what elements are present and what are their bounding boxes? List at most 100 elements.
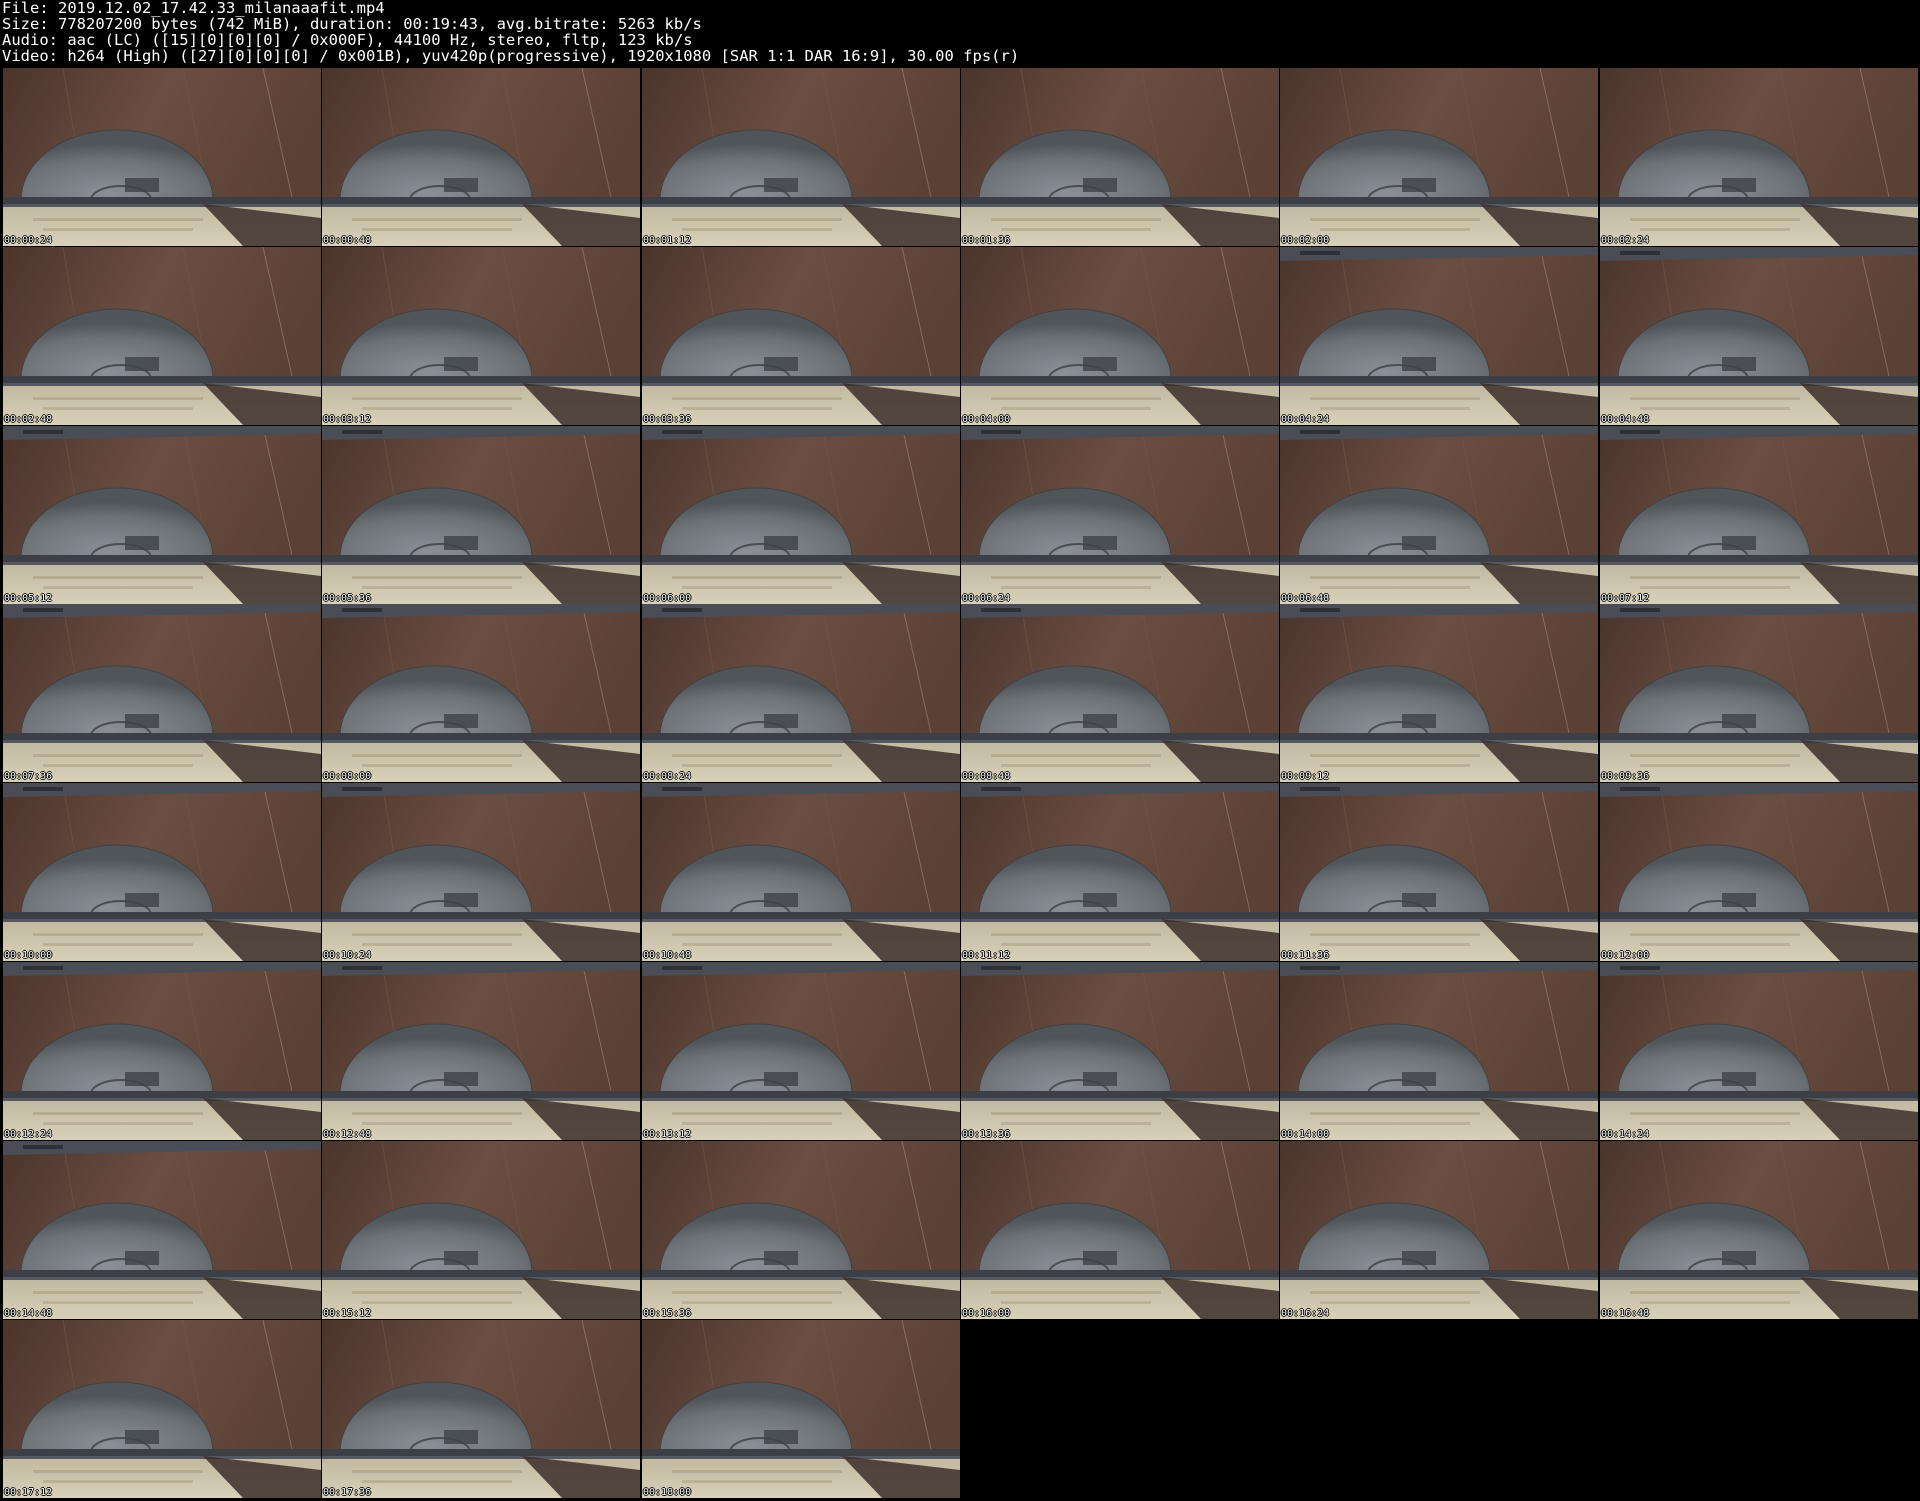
thumbnail-timestamp: 00:12:48: [323, 1129, 372, 1140]
thumbnail-timestamp: 00:00:48: [323, 235, 372, 246]
thumbnail-timestamp: 00:01:12: [643, 235, 692, 246]
thumbnail-timestamp: 00:05:36: [323, 593, 372, 604]
thumbnail-frame-image: [322, 1141, 640, 1319]
thumbnail-frame-image: [3, 426, 321, 604]
video-thumbnail: 00:12:48: [322, 962, 640, 1140]
video-info-line: Video: h264 (High) ([27][0][0][0] / 0x00…: [2, 47, 1020, 65]
thumbnail-frame-image: [642, 68, 960, 246]
thumbnail-timestamp: 00:11:36: [1281, 950, 1330, 961]
thumbnail-frame-image: [642, 604, 960, 782]
thumbnail-timestamp: 00:04:48: [1601, 414, 1650, 425]
thumbnail-frame-image: [1600, 426, 1918, 604]
video-thumbnail: 00:01:36: [961, 68, 1279, 246]
thumbnail-frame-image: [322, 68, 640, 246]
thumbnail-frame-image: [1600, 783, 1918, 961]
thumbnail-timestamp: 00:07:36: [4, 771, 53, 782]
video-thumbnail: 00:04:48: [1600, 247, 1918, 425]
thumbnail-timestamp: 00:02:48: [4, 414, 53, 425]
video-thumbnail: 00:17:12: [3, 1320, 321, 1498]
video-thumbnail: 00:13:36: [961, 962, 1279, 1140]
thumbnail-timestamp: 00:09:12: [1281, 771, 1330, 782]
video-thumbnail: 00:13:12: [642, 962, 960, 1140]
thumbnail-frame-image: [961, 247, 1279, 425]
video-thumbnail: 00:14:24: [1600, 962, 1918, 1140]
thumbnail-timestamp: 00:06:48: [1281, 593, 1330, 604]
video-thumbnail: 00:00:48: [322, 68, 640, 246]
video-thumbnail: 00:18:00: [642, 1320, 960, 1498]
file-info-line: File: 2019.12.02_17.42.33_milanaaafit.mp…: [2, 0, 385, 17]
thumbnail-timestamp: 00:14:00: [1281, 1129, 1330, 1140]
thumbnail-frame-image: [1280, 426, 1598, 604]
video-thumbnail: 00:11:12: [961, 783, 1279, 961]
thumbnail-frame-image: [322, 962, 640, 1140]
video-thumbnail: 00:12:00: [1600, 783, 1918, 961]
video-thumbnail: 00:10:24: [322, 783, 640, 961]
thumbnail-timestamp: 00:03:36: [643, 414, 692, 425]
video-thumbnail: 00:10:00: [3, 783, 321, 961]
info-header: File: 2019.12.02_17.42.33_milanaaafit.mp…: [2, 0, 1902, 68]
thumbnail-timestamp: 00:16:48: [1601, 1308, 1650, 1319]
video-thumbnail: 00:02:00: [1280, 68, 1598, 246]
video-thumbnail: 00:03:12: [322, 247, 640, 425]
video-thumbnail: 00:12:24: [3, 962, 321, 1140]
thumbnail-timestamp: 00:13:36: [962, 1129, 1011, 1140]
thumbnail-timestamp: 00:09:36: [1601, 771, 1650, 782]
thumbnail-frame-image: [1600, 1141, 1918, 1319]
thumbnail-frame-image: [961, 68, 1279, 246]
thumbnail-frame-image: [322, 1320, 640, 1498]
thumbnail-timestamp: 00:15:36: [643, 1308, 692, 1319]
thumbnail-frame-image: [961, 1141, 1279, 1319]
video-thumbnail: 00:10:48: [642, 783, 960, 961]
thumbnail-timestamp: 00:04:00: [962, 414, 1011, 425]
thumbnail-frame-image: [642, 962, 960, 1140]
thumbnail-timestamp: 00:10:00: [4, 950, 53, 961]
thumbnail-frame-image: [1600, 604, 1918, 782]
thumbnail-frame-image: [3, 604, 321, 782]
thumbnail-timestamp: 00:04:24: [1281, 414, 1330, 425]
video-thumbnail: 00:15:12: [322, 1141, 640, 1319]
thumbnail-frame-image: [3, 247, 321, 425]
thumbnail-timestamp: 00:12:24: [4, 1129, 53, 1140]
thumbnail-timestamp: 00:08:24: [643, 771, 692, 782]
video-thumbnail: 00:00:24: [3, 68, 321, 246]
thumbnail-frame-image: [1280, 1141, 1598, 1319]
thumbnail-frame-image: [961, 604, 1279, 782]
thumbnail-frame-image: [642, 783, 960, 961]
video-thumbnail: 00:06:00: [642, 426, 960, 604]
thumbnail-timestamp: 00:06:24: [962, 593, 1011, 604]
thumbnail-timestamp: 00:01:36: [962, 235, 1011, 246]
video-thumbnail: 00:04:00: [961, 247, 1279, 425]
video-thumbnail: 00:05:36: [322, 426, 640, 604]
thumbnail-frame-image: [1280, 68, 1598, 246]
thumbnail-frame-image: [1280, 783, 1598, 961]
video-thumbnail: 00:07:36: [3, 604, 321, 782]
video-thumbnail: 00:16:24: [1280, 1141, 1598, 1319]
thumbnail-timestamp: 00:12:00: [1601, 950, 1650, 961]
thumbnail-timestamp: 00:02:00: [1281, 235, 1330, 246]
audio-info-line: Audio: aac (LC) ([15][0][0][0] / 0x000F)…: [2, 31, 693, 49]
video-thumbnail: 00:16:00: [961, 1141, 1279, 1319]
size-info-line: Size: 778207200 bytes (742 MiB), duratio…: [2, 15, 702, 33]
thumbnail-timestamp: 00:16:24: [1281, 1308, 1330, 1319]
thumbnail-timestamp: 00:15:12: [323, 1308, 372, 1319]
thumbnail-frame-image: [3, 783, 321, 961]
thumbnail-frame-image: [322, 783, 640, 961]
video-thumbnail: 00:17:36: [322, 1320, 640, 1498]
thumbnail-frame-image: [1280, 604, 1598, 782]
thumbnail-timestamp: 00:05:12: [4, 593, 53, 604]
thumbnail-timestamp: 00:17:36: [323, 1487, 372, 1498]
thumbnail-timestamp: 00:18:00: [643, 1487, 692, 1498]
thumbnail-frame-image: [961, 783, 1279, 961]
thumbnail-frame-image: [642, 1141, 960, 1319]
video-thumbnail: 00:07:12: [1600, 426, 1918, 604]
thumbnail-timestamp: 00:13:12: [643, 1129, 692, 1140]
thumbnail-frame-image: [642, 1320, 960, 1498]
thumbnail-frame-image: [3, 68, 321, 246]
thumbnail-frame-image: [3, 962, 321, 1140]
thumbnail-timestamp: 00:03:12: [323, 414, 372, 425]
thumbnail-timestamp: 00:08:48: [962, 771, 1011, 782]
thumbnail-timestamp: 00:14:24: [1601, 1129, 1650, 1140]
thumbnail-timestamp: 00:14:48: [4, 1308, 53, 1319]
thumbnail-timestamp: 00:10:48: [643, 950, 692, 961]
video-thumbnail: 00:09:36: [1600, 604, 1918, 782]
